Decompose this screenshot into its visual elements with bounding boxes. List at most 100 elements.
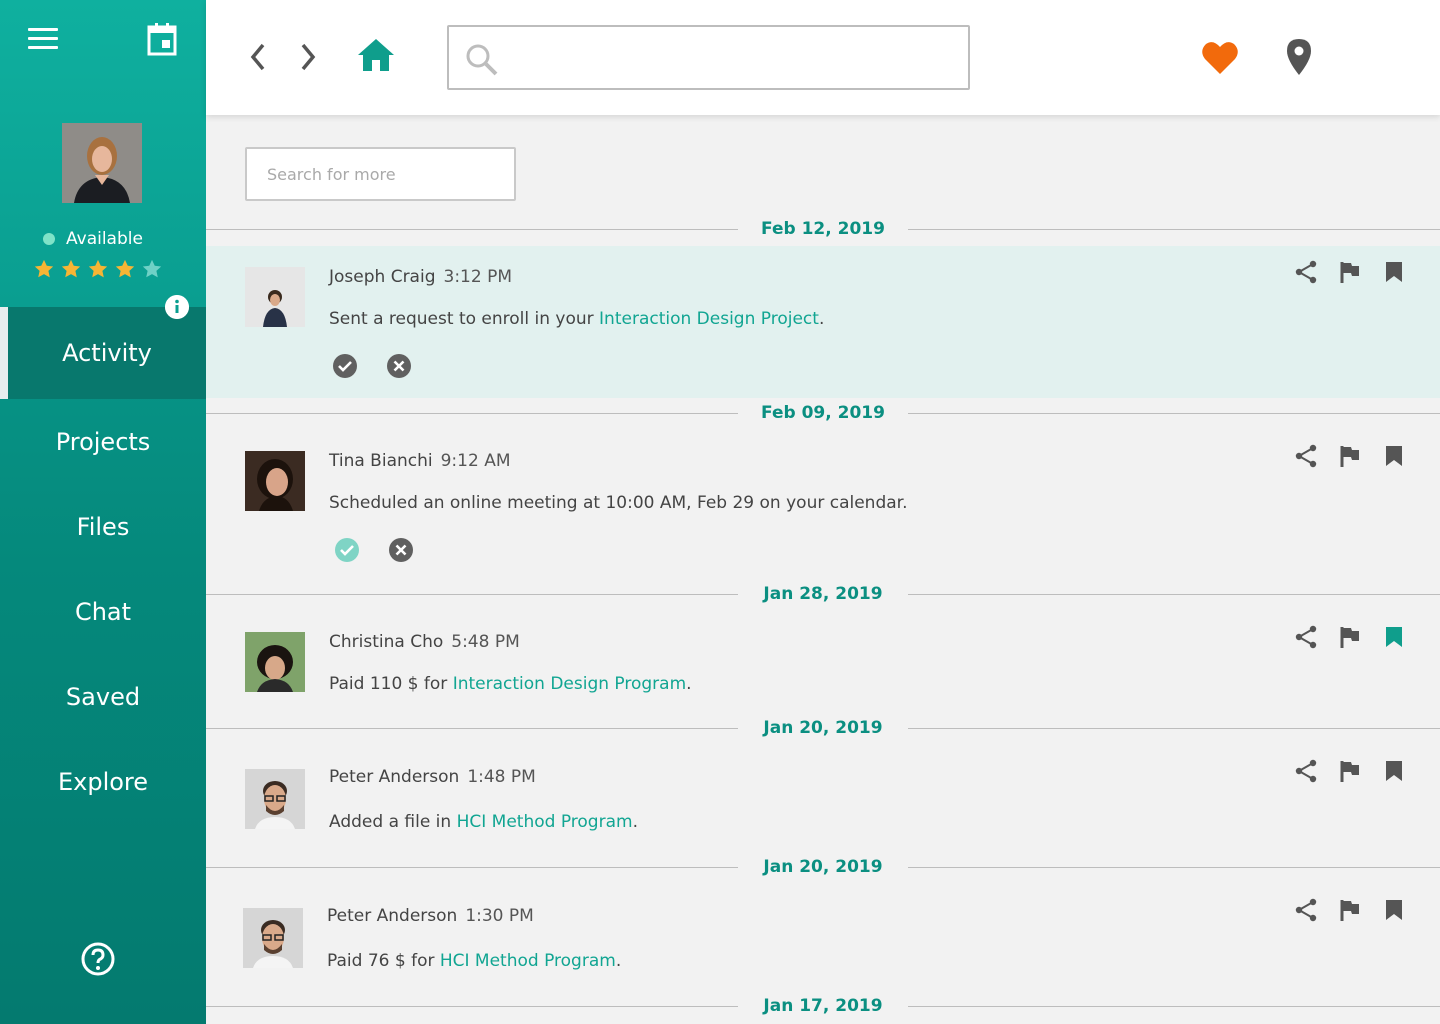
- activity-item[interactable]: Christina Cho 5:48 PM Paid 110 $ for Inte…: [206, 611, 1440, 716]
- message-text: Paid 76 $ for: [327, 951, 440, 971]
- program-link[interactable]: HCI Method Program: [440, 951, 616, 971]
- message-end: .: [632, 812, 638, 832]
- date-label: Feb 09, 2019: [761, 403, 885, 423]
- share-icon[interactable]: [1294, 444, 1318, 468]
- activity-item[interactable]: Tina Bianchi 9:12 AM Scheduled an online …: [206, 430, 1440, 580]
- date-separator: Feb 12, 2019: [206, 219, 1440, 239]
- nav-label: Files: [76, 512, 130, 541]
- hamburger-menu-icon[interactable]: [28, 28, 58, 50]
- calendar-icon[interactable]: [147, 22, 177, 56]
- share-icon[interactable]: [1294, 898, 1318, 922]
- global-search-input[interactable]: [509, 37, 949, 77]
- nav-item-files[interactable]: Files: [0, 484, 206, 569]
- bookmark-icon[interactable]: [1382, 260, 1406, 284]
- item-actions: [1294, 260, 1426, 284]
- bookmark-saved-icon[interactable]: [1382, 625, 1406, 649]
- accept-check-icon[interactable]: [332, 353, 358, 379]
- home-icon[interactable]: [356, 37, 396, 73]
- message-text: Sent a request to enroll in your: [329, 309, 600, 329]
- search-more-box[interactable]: [245, 147, 516, 201]
- avatar[interactable]: [243, 908, 303, 968]
- user-avatar[interactable]: [62, 123, 142, 203]
- chevron-right-icon[interactable]: [296, 40, 320, 74]
- message-end: .: [818, 309, 825, 329]
- date-separator: Jan 20, 2019: [206, 857, 1440, 877]
- location-pin-icon[interactable]: [1286, 38, 1312, 76]
- author-name[interactable]: Christina Cho: [329, 632, 443, 652]
- nav-item-chat[interactable]: Chat: [0, 569, 206, 654]
- sidebar: Available Activity Projects Files Chat S…: [0, 0, 206, 1024]
- avatar[interactable]: [245, 267, 305, 327]
- activity-time: 1:48 PM: [467, 767, 536, 787]
- message-end: .: [615, 951, 622, 971]
- global-search-box[interactable]: [447, 25, 970, 90]
- message-text: Scheduled an online meeting at 10:00 AM,…: [329, 493, 908, 513]
- message-end: .: [686, 674, 692, 694]
- decline-x-icon[interactable]: [388, 537, 414, 563]
- activity-author: Christina Cho 5:48 PM: [329, 632, 520, 652]
- message-text: Paid 110 $ for: [329, 674, 453, 694]
- info-icon[interactable]: [165, 295, 189, 319]
- rating-stars: [33, 258, 168, 280]
- help-icon[interactable]: [80, 941, 116, 977]
- nav-label: Explore: [57, 767, 149, 796]
- author-name[interactable]: Joseph Craig: [329, 267, 436, 287]
- activity-author: Tina Bianchi 9:12 AM: [329, 451, 511, 471]
- nav-item-saved[interactable]: Saved: [0, 654, 206, 739]
- flag-icon[interactable]: [1338, 444, 1362, 468]
- activity-author: Peter Anderson 1:30 PM: [327, 906, 534, 926]
- nav-item-explore[interactable]: Explore: [0, 739, 206, 824]
- star-empty-icon: [142, 259, 162, 278]
- star-filled-icon: [88, 259, 108, 278]
- bookmark-icon[interactable]: [1382, 444, 1406, 468]
- activity-author: Peter Anderson 1:48 PM: [329, 767, 536, 787]
- activity-item[interactable]: Joseph Craig 3:12 PM Sent a request to en…: [206, 246, 1440, 398]
- chevron-left-icon[interactable]: [246, 40, 270, 74]
- activity-time: 1:30 PM: [465, 906, 534, 926]
- message-text: Added a file in: [329, 812, 457, 832]
- item-actions: [1294, 625, 1426, 649]
- share-icon[interactable]: [1294, 759, 1318, 783]
- nav-label: Saved: [65, 682, 141, 711]
- date-label: Feb 12, 2019: [761, 219, 885, 239]
- author-name[interactable]: Peter Anderson: [329, 767, 459, 787]
- nav-item-activity[interactable]: Activity: [0, 307, 206, 399]
- activity-item[interactable]: Peter Anderson 1:30 PM Paid 76 $ for HCI …: [206, 886, 1440, 996]
- flag-icon[interactable]: [1338, 898, 1362, 922]
- flag-icon[interactable]: [1338, 759, 1362, 783]
- program-link[interactable]: HCI Method Program: [457, 812, 633, 832]
- author-name[interactable]: Tina Bianchi: [329, 451, 433, 471]
- accepted-check-icon[interactable]: [334, 537, 360, 563]
- share-icon[interactable]: [1294, 260, 1318, 284]
- star-filled-icon: [34, 259, 54, 278]
- program-link[interactable]: Interaction Design Program: [453, 674, 686, 694]
- bookmark-icon[interactable]: [1382, 759, 1406, 783]
- decline-x-icon[interactable]: [386, 353, 412, 379]
- avatar[interactable]: [245, 451, 305, 511]
- activity-item[interactable]: Peter Anderson 1:48 PM Added a file in HC…: [206, 747, 1440, 857]
- heart-icon[interactable]: [1201, 40, 1239, 76]
- project-link[interactable]: Interaction Design Project: [599, 309, 819, 329]
- flag-icon[interactable]: [1338, 260, 1362, 284]
- response-buttons: [334, 537, 442, 563]
- date-label: Jan 28, 2019: [763, 584, 883, 604]
- share-icon[interactable]: [1294, 625, 1318, 649]
- bookmark-icon[interactable]: [1382, 898, 1406, 922]
- author-name[interactable]: Peter Anderson: [327, 906, 457, 926]
- activity-time: 3:12 PM: [443, 267, 513, 287]
- nav-label: Activity: [62, 339, 152, 367]
- date-separator: Jan 20, 2019: [206, 718, 1440, 738]
- avatar[interactable]: [245, 632, 305, 692]
- nav-item-projects[interactable]: Projects: [0, 399, 206, 484]
- star-filled-icon: [61, 259, 81, 278]
- flag-icon[interactable]: [1338, 625, 1362, 649]
- date-separator: Jan 17, 2019: [206, 996, 1440, 1016]
- activity-time: 9:12 AM: [440, 451, 511, 471]
- nav-label: Chat: [74, 597, 132, 626]
- search-icon: [466, 44, 498, 76]
- availability-status[interactable]: Available: [43, 229, 143, 249]
- star-filled-icon: [115, 259, 135, 278]
- search-more-input[interactable]: [247, 149, 514, 199]
- date-label: Jan 20, 2019: [763, 718, 883, 738]
- avatar[interactable]: [245, 769, 305, 829]
